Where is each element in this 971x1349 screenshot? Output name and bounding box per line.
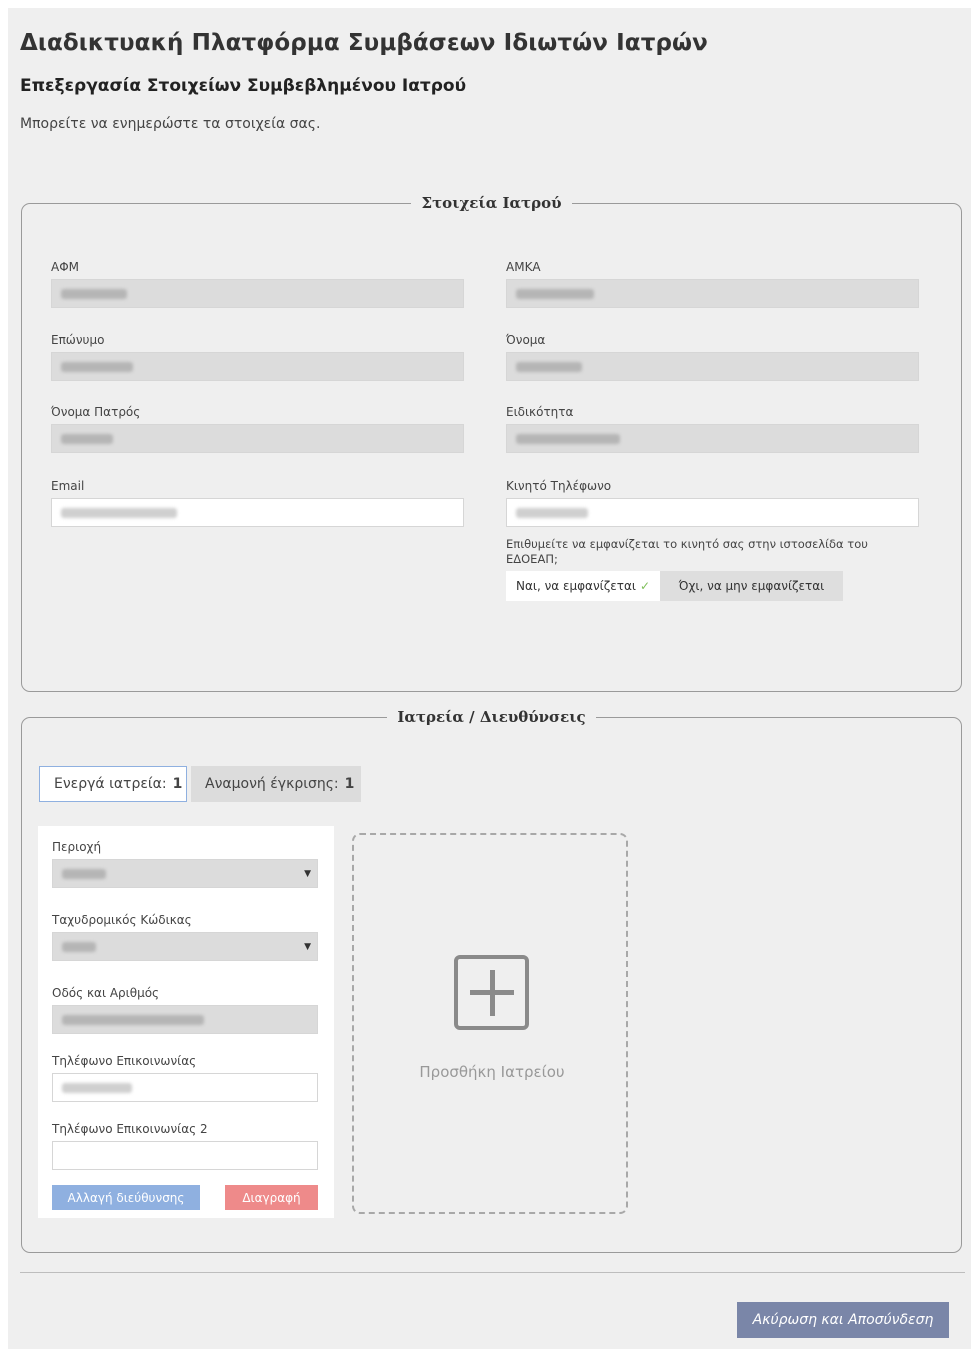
show-mobile-no-button[interactable]: Όχι, να μην εμφανίζεται xyxy=(660,571,843,601)
name-field xyxy=(506,352,919,381)
postcode-select[interactable]: ▼ xyxy=(52,932,318,961)
show-mobile-question: Επιθυμείτε να εμφανίζεται το κινητό σας … xyxy=(506,537,868,566)
phone-input[interactable] xyxy=(52,1073,318,1102)
tab-active-count: 1 xyxy=(172,776,183,792)
amka-field xyxy=(506,279,919,308)
surname-field xyxy=(51,352,464,381)
chevron-down-icon: ▼ xyxy=(304,942,311,952)
amka-label: ΑΜΚΑ xyxy=(506,260,541,274)
email-input[interactable] xyxy=(51,498,464,527)
divider xyxy=(20,1272,965,1273)
page-title: Διαδικτυακή Πλατφόρμα Συμβάσεων Ιδιωτών … xyxy=(20,30,708,56)
postcode-label: Ταχυδρομικός Κώδικας xyxy=(52,913,192,927)
chevron-down-icon: ▼ xyxy=(304,869,311,879)
add-office-card[interactable]: Προσθήκη Ιατρείου xyxy=(352,833,628,1214)
plus-icon xyxy=(454,955,529,1030)
mobile-label: Κινητό Τηλέφωνο xyxy=(506,479,612,493)
phone2-input[interactable] xyxy=(52,1141,318,1170)
surname-label: Επώνυμο xyxy=(51,333,105,347)
show-mobile-yes-label: Ναι, να εμφανίζεται xyxy=(516,579,636,593)
area-label: Περιοχή xyxy=(52,840,102,854)
page-subtitle: Επεξεργασία Στοιχείων Συμβεβλημένου Ιατρ… xyxy=(20,76,467,96)
tab-pending-count: 1 xyxy=(344,776,355,792)
area-select[interactable]: ▼ xyxy=(52,859,318,888)
mobile-input[interactable] xyxy=(506,498,919,527)
tab-pending-label: Αναμονή έγκρισης: xyxy=(205,776,339,792)
doctor-details-legend: Στοιχεία Ιατρού xyxy=(421,194,562,212)
add-office-label: Προσθήκη Ιατρείου xyxy=(419,1063,565,1081)
street-field xyxy=(52,1005,318,1034)
change-address-button[interactable]: Αλλαγή διεύθυνσης xyxy=(52,1185,200,1210)
phone-label: Τηλέφωνο Επικοινωνίας xyxy=(52,1054,197,1068)
afm-field xyxy=(51,279,464,308)
check-icon: ✓ xyxy=(639,579,650,593)
name-label: Όνομα xyxy=(506,333,546,347)
tab-active-offices[interactable]: Ενεργά ιατρεία: 1 xyxy=(39,766,187,802)
delete-office-button[interactable]: Διαγραφή xyxy=(225,1185,318,1210)
cancel-logout-button[interactable]: Ακύρωση και Αποσύνδεση xyxy=(737,1302,949,1338)
street-label: Οδός και Αριθμός xyxy=(52,986,160,1000)
offices-legend: Ιατρεία / Διευθύνσεις xyxy=(397,708,586,726)
phone2-label: Τηλέφωνο Επικοινωνίας 2 xyxy=(52,1122,208,1136)
afm-label: ΑΦΜ xyxy=(51,260,80,274)
specialty-label: Ειδικότητα xyxy=(506,405,574,419)
office-card: Περιοχή ▼ Ταχυδρομικός Κώδικας ▼ Οδός κα… xyxy=(38,826,334,1218)
intro-text: Μπορείτε να ενημερώστε τα στοιχεία σας. xyxy=(20,116,321,132)
specialty-field xyxy=(506,424,919,453)
show-mobile-yes-button[interactable]: Ναι, να εμφανίζεται ✓ xyxy=(506,571,660,601)
page: Διαδικτυακή Πλατφόρμα Συμβάσεων Ιδιωτών … xyxy=(8,8,971,1349)
email-label: Email xyxy=(51,479,85,493)
father-name-field xyxy=(51,424,464,453)
tab-pending-offices[interactable]: Αναμονή έγκρισης: 1 xyxy=(191,766,361,802)
show-mobile-no-label: Όχι, να μην εμφανίζεται xyxy=(678,579,825,593)
tab-active-label: Ενεργά ιατρεία: xyxy=(54,776,167,792)
father-name-label: Όνομα Πατρός xyxy=(51,405,141,419)
